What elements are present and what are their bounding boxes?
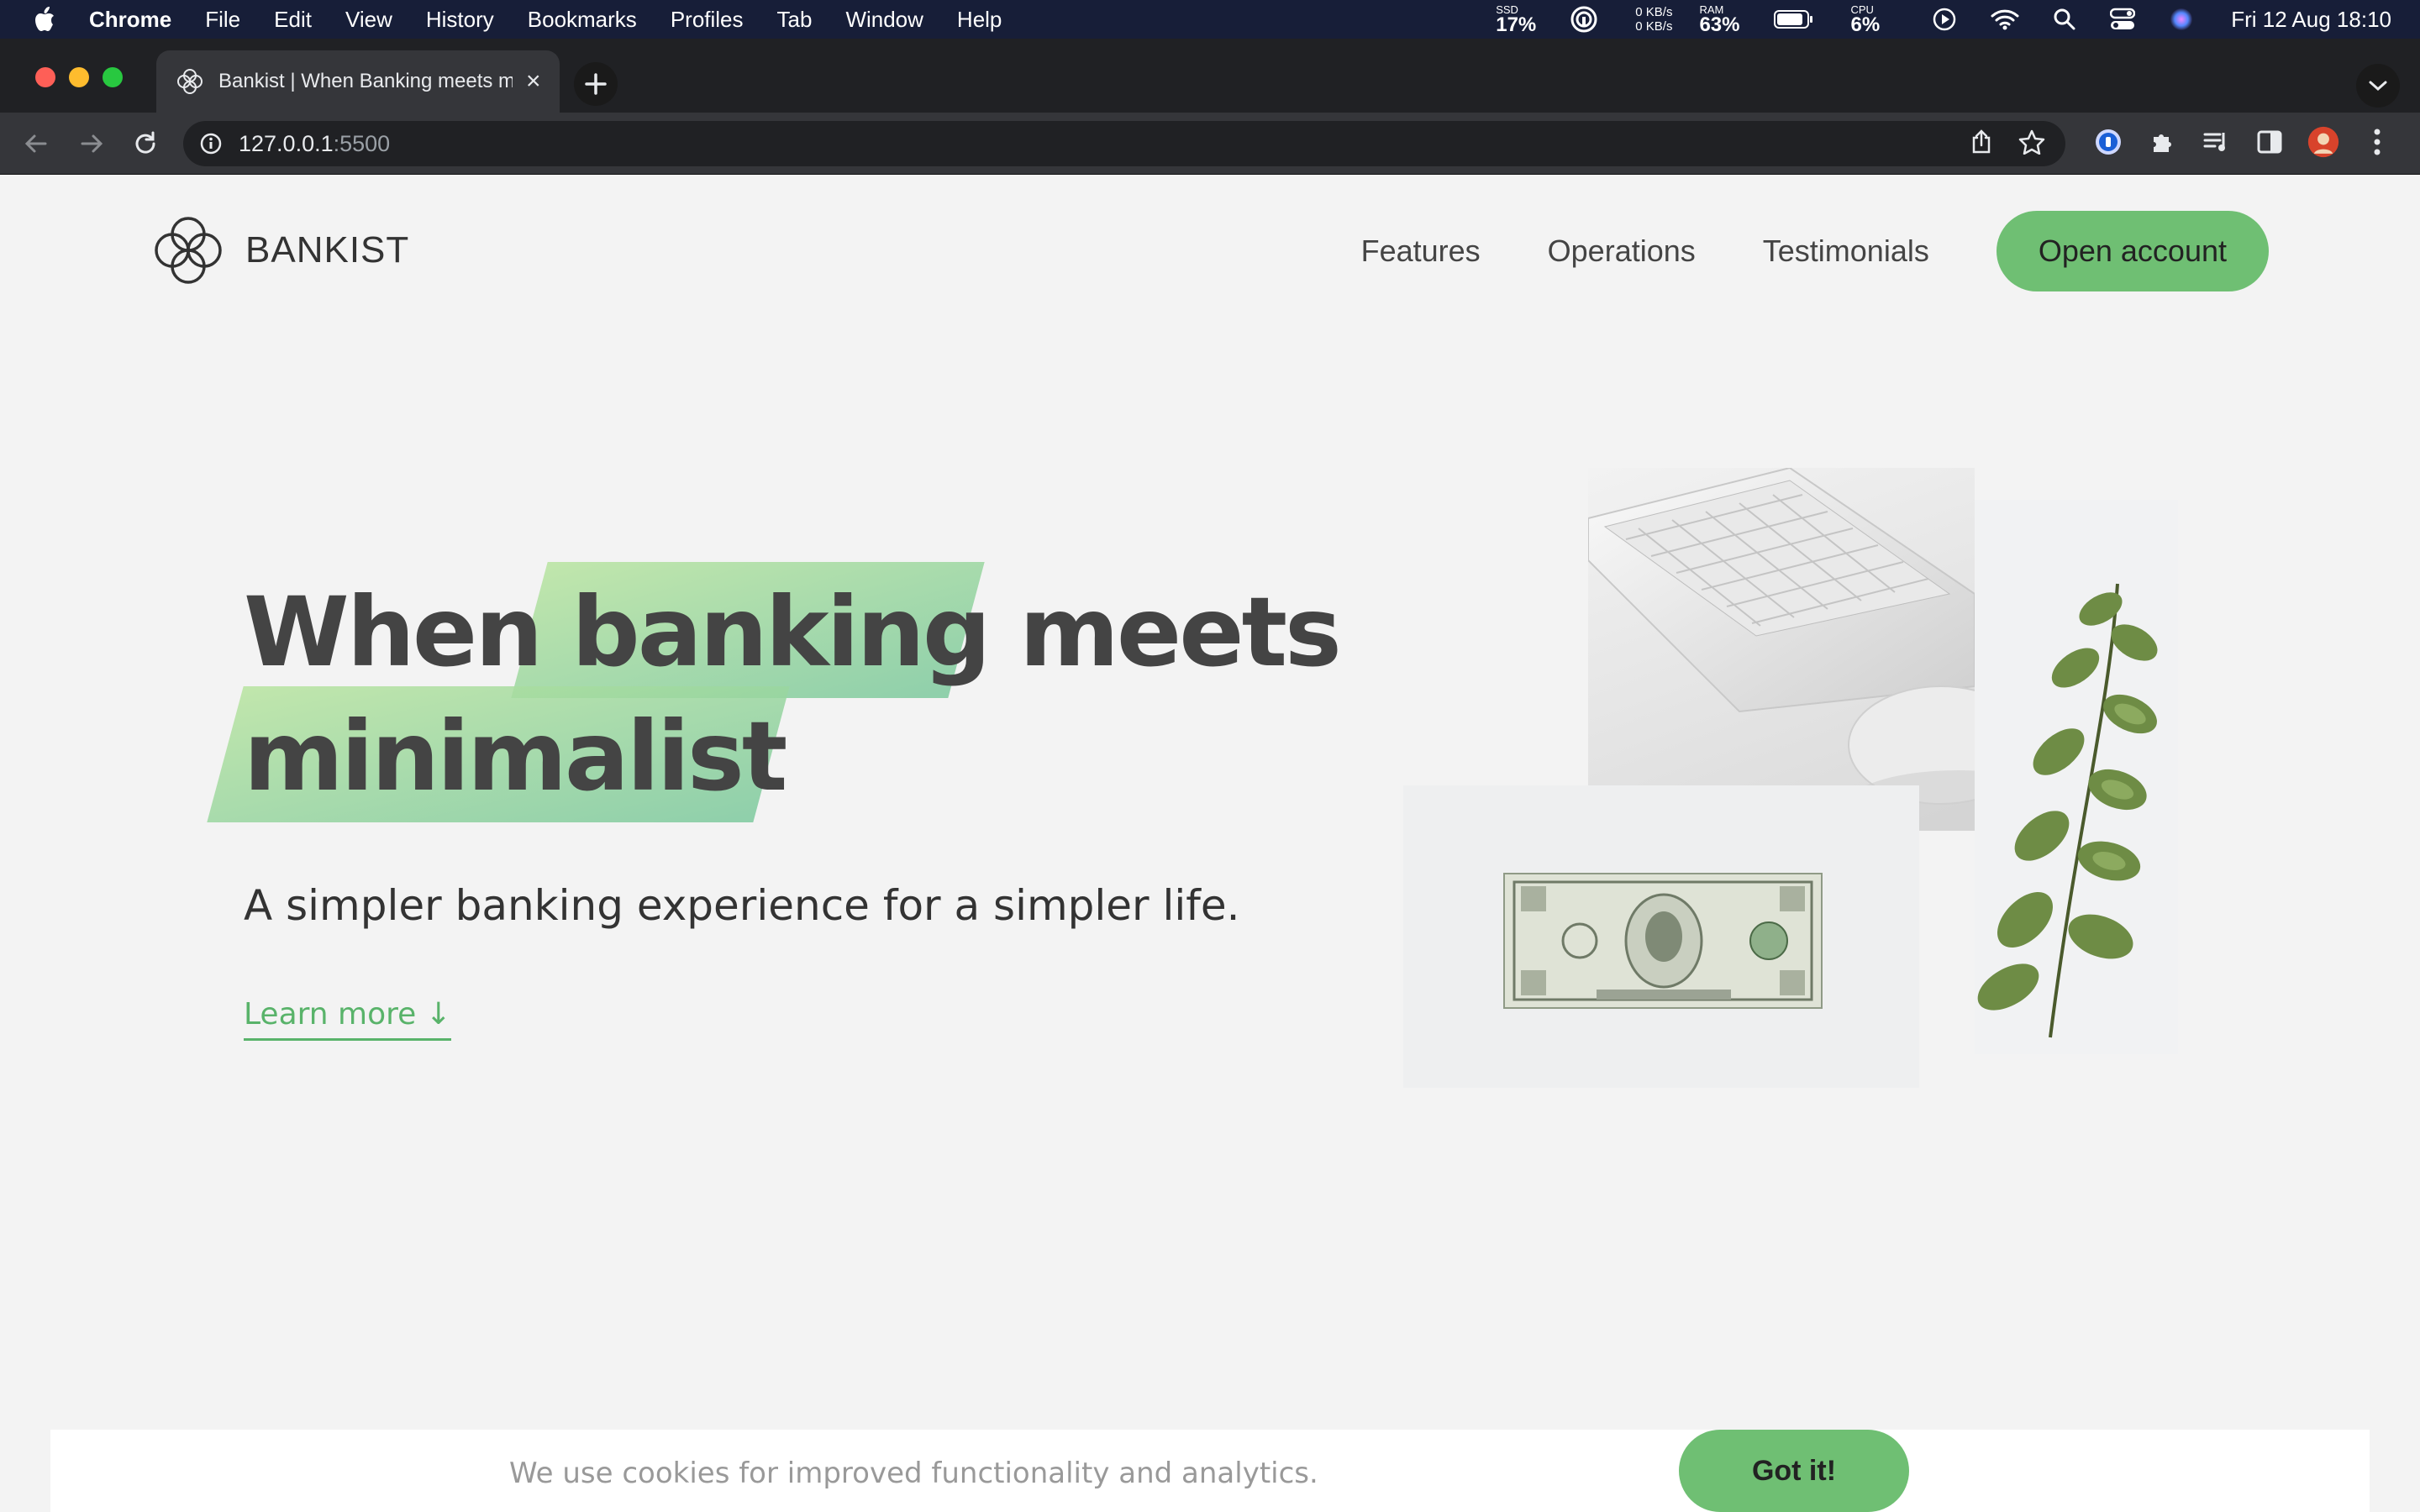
- menu-help[interactable]: Help: [957, 7, 1002, 33]
- hero-subtitle: A simpler banking experience for a simpl…: [244, 881, 1240, 930]
- menu-file[interactable]: File: [205, 7, 240, 33]
- window-close-button[interactable]: [35, 67, 55, 87]
- address-bar[interactable]: 127.0.0.1:5500: [183, 121, 2065, 166]
- puzzle-extension-icon[interactable]: [2146, 126, 2178, 158]
- control-center-icon[interactable]: [2110, 8, 2136, 31]
- siri-icon[interactable]: [2169, 7, 2194, 32]
- hero-headline-line-1: When banking meets: [244, 570, 1342, 695]
- hero-word-when: When: [244, 576, 543, 688]
- open-account-button[interactable]: Open account: [1996, 211, 2269, 291]
- web-page-viewport: BANKIST Features Operations Testimonials…: [0, 176, 2420, 1512]
- arrow-right-icon: [81, 134, 103, 153]
- hero-image-keyboard: [1588, 468, 1975, 831]
- network-stat[interactable]: 0 KB/s 0 KB/s: [1635, 5, 1672, 34]
- bankist-logo-icon: [155, 217, 222, 284]
- reload-button[interactable]: [128, 126, 163, 161]
- chevron-down-icon: [2369, 81, 2387, 92]
- bankist-logo[interactable]: BANKIST: [150, 212, 409, 289]
- forward-button[interactable]: [74, 126, 109, 161]
- net-up-value: 0 KB/s: [1635, 5, 1673, 19]
- menu-tab[interactable]: Tab: [777, 7, 813, 33]
- menubar-status-area: SSD 17% 0 KB/s 0 KB/s RAM 63% CPU 6% Fri…: [1459, 0, 2391, 39]
- main-navigation: Features Operations Testimonials Open ac…: [1361, 211, 2269, 291]
- nav-link-features[interactable]: Features: [1361, 234, 1481, 269]
- ram-stat[interactable]: RAM 63%: [1699, 4, 1739, 35]
- extensions-area: [2092, 126, 2393, 158]
- menu-edit[interactable]: Edit: [274, 7, 312, 33]
- profile-avatar[interactable]: [2307, 126, 2339, 158]
- hero-word-banking: banking: [571, 576, 991, 688]
- macos-menubar: Chrome File Edit View History Bookmarks …: [0, 0, 2420, 39]
- hero-headline-line-2: minimalist: [244, 695, 1339, 819]
- play-icon[interactable]: [1932, 7, 1957, 32]
- hero-image-dollar-bill: [1403, 785, 1919, 1088]
- cookie-message: We use cookies for improved functionalit…: [509, 1457, 1318, 1490]
- logo-text: BANKIST: [245, 229, 410, 270]
- menubar-clock[interactable]: Fri 12 Aug 18:10: [2231, 7, 2391, 33]
- hero-headline: When banking meets minimalist: [244, 570, 1342, 819]
- back-button[interactable]: [18, 126, 54, 161]
- wifi-icon[interactable]: [1991, 8, 2019, 30]
- hero-word-minimalist: minimalist: [244, 701, 787, 812]
- menu-window[interactable]: Window: [845, 7, 923, 33]
- ssd-stat[interactable]: SSD 17%: [1496, 4, 1536, 35]
- reading-list-icon[interactable]: [2200, 126, 2232, 158]
- battery-icon[interactable]: [1773, 9, 1814, 29]
- url-host: 127.0.0.1: [239, 130, 334, 156]
- cpu-value: 6%: [1850, 13, 1881, 36]
- menu-profiles[interactable]: Profiles: [671, 7, 744, 33]
- url-text[interactable]: 127.0.0.1:5500: [239, 131, 390, 157]
- cookie-banner: We use cookies for improved functionalit…: [50, 1430, 2370, 1512]
- plus-icon: [585, 73, 607, 95]
- bookmark-star-icon[interactable]: [2018, 129, 2045, 159]
- tab-title: Bankist | When Banking meets minimalist: [218, 70, 513, 92]
- search-icon[interactable]: [2053, 8, 2076, 31]
- nav-link-operations[interactable]: Operations: [1548, 234, 1696, 269]
- bankist-favicon-icon: [176, 68, 203, 95]
- menu-bookmarks[interactable]: Bookmarks: [528, 7, 637, 33]
- password-manager-icon[interactable]: [2092, 126, 2124, 158]
- share-icon[interactable]: [1970, 129, 1993, 159]
- cookie-accept-button[interactable]: Got it!: [1679, 1430, 1909, 1512]
- window-zoom-button[interactable]: [103, 67, 123, 87]
- menu-app-name[interactable]: Chrome: [89, 7, 171, 33]
- reload-icon: [135, 131, 155, 154]
- cpu-stat[interactable]: CPU 6%: [1851, 4, 1881, 35]
- menu-history[interactable]: History: [426, 7, 494, 33]
- fingerprint-icon[interactable]: [1570, 5, 1598, 34]
- side-panel-icon[interactable]: [2254, 126, 2286, 158]
- net-down-value: 0 KB/s: [1635, 19, 1673, 34]
- window-minimize-button[interactable]: [69, 67, 89, 87]
- tab-close-icon[interactable]: ×: [526, 67, 541, 96]
- new-tab-button[interactable]: [574, 62, 618, 106]
- hero-word-meets: meets: [1019, 576, 1342, 688]
- more-menu-icon[interactable]: [2361, 126, 2393, 158]
- url-port: :5500: [333, 130, 391, 156]
- site-info-icon[interactable]: [198, 131, 224, 156]
- learn-more-link[interactable]: Learn more ↓: [244, 997, 451, 1041]
- tab-search-button[interactable]: [2356, 64, 2400, 108]
- hero-image-plant: [1975, 500, 2178, 1054]
- ssd-value: 17%: [1496, 13, 1537, 36]
- browser-tab-active[interactable]: Bankist | When Banking meets minimalist …: [156, 50, 560, 113]
- nav-link-testimonials[interactable]: Testimonials: [1763, 234, 1929, 269]
- ram-value: 63%: [1699, 13, 1740, 36]
- menu-view[interactable]: View: [345, 7, 392, 33]
- apple-icon[interactable]: [32, 5, 57, 34]
- arrow-left-icon: [24, 134, 47, 153]
